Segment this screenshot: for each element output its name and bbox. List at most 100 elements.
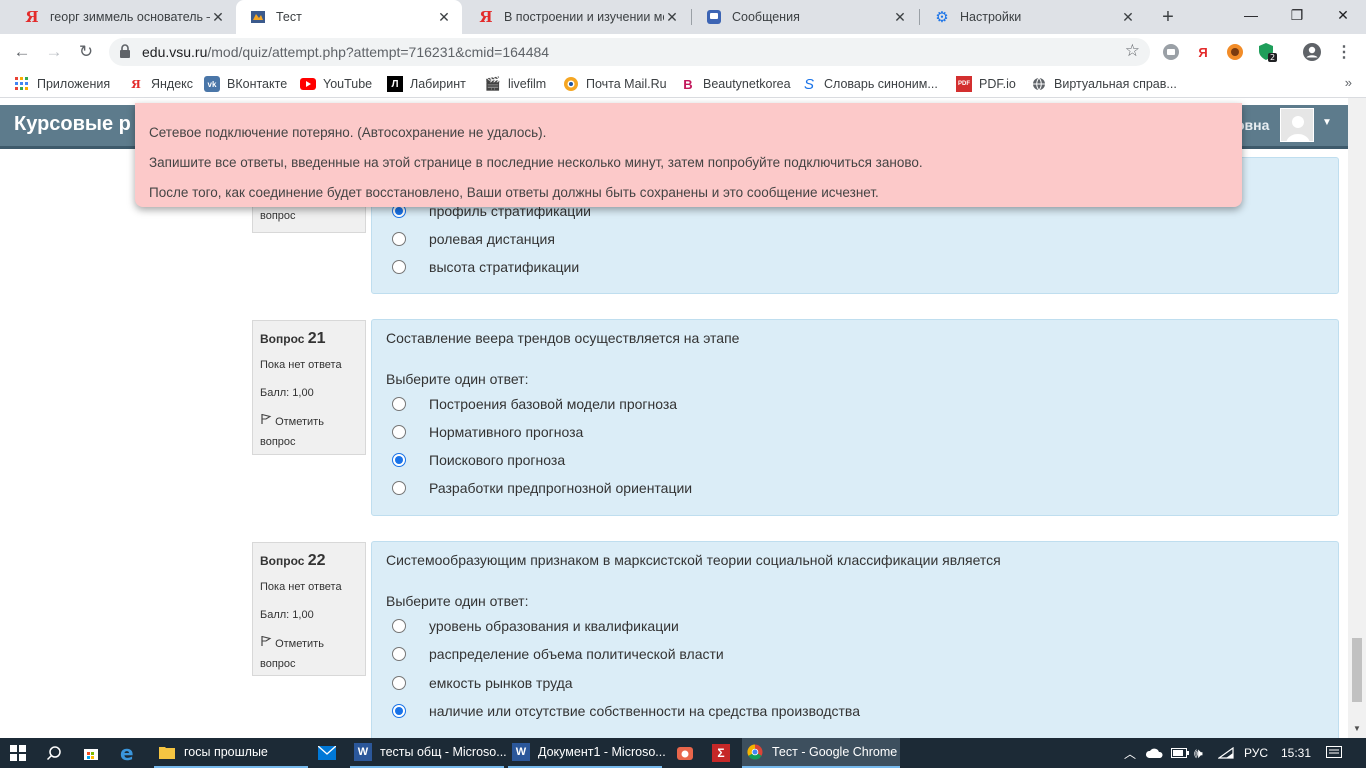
windows-start-icon[interactable] (10, 738, 26, 768)
bookmark-pdf-io[interactable]: PDF PDF.io (956, 75, 1016, 93)
user-avatar[interactable] (1280, 108, 1314, 142)
address-bar[interactable]: edu.vsu.ru/mod/quiz/attempt.php?attempt=… (109, 38, 1150, 66)
bookmark-labirint[interactable]: Л Лабиринт (387, 75, 466, 93)
restore-window-icon[interactable]: ❐ (1274, 0, 1320, 30)
close-icon[interactable]: ✕ (436, 9, 452, 26)
pdf-icon: PDF (956, 76, 972, 92)
tab-yandex-search-2[interactable]: Я В построении и изучении мо ✕ (464, 0, 690, 34)
new-tab-plus-icon[interactable]: + (1156, 5, 1180, 29)
alert-line-1: Сетевое подключение потеряно. (Автосохра… (149, 125, 547, 140)
sigma-app-icon[interactable]: Σ (712, 738, 730, 768)
bookmark-beautynetkorea[interactable]: B Beautynetkorea (680, 75, 790, 93)
radio-button[interactable] (392, 425, 406, 439)
tray-chevron-up-icon[interactable]: ︿ (1124, 738, 1136, 768)
site-name[interactable]: Курсовые р (14, 113, 131, 136)
radio-button[interactable] (392, 647, 406, 661)
bookmark-star-icon[interactable]: ☆ (1125, 41, 1140, 61)
radio-button[interactable] (392, 481, 406, 495)
user-menu-caret-icon[interactable]: ▼ (1322, 117, 1332, 128)
translate-extension-icon[interactable] (1161, 42, 1181, 62)
yandex-icon: Я (131, 77, 141, 91)
flag-icon (260, 414, 275, 428)
word-icon: W (512, 743, 530, 761)
bookmark-virtual-help[interactable]: Виртуальная справ... (1031, 75, 1177, 93)
menu-dots-icon[interactable]: ⋮ (1334, 42, 1354, 62)
language-indicator[interactable]: РУС (1244, 738, 1268, 768)
connection-lost-alert: Сетевое подключение потеряно. (Автосохра… (135, 103, 1242, 207)
minimize-icon[interactable]: — (1228, 0, 1274, 30)
bookmark-mail-ru[interactable]: Почта Mail.Ru (563, 75, 667, 93)
question-number: Вопрос 21 (260, 330, 326, 347)
yandex-icon: Я (479, 8, 493, 26)
radio-button[interactable] (392, 397, 406, 411)
battery-icon[interactable] (1171, 738, 1189, 768)
close-icon[interactable]: ✕ (210, 9, 226, 26)
edge-icon[interactable]: e (120, 738, 134, 768)
browser-tab-strip: Я георг зиммель основатель — ✕ Тест ✕ Я … (0, 0, 1366, 34)
answer-option[interactable]: Поискового прогноза (392, 450, 565, 470)
tab-quiz[interactable]: Тест ✕ (236, 0, 462, 34)
reload-icon[interactable]: ↻ (72, 38, 100, 66)
search-icon[interactable] (46, 738, 62, 768)
mail-icon[interactable] (318, 738, 336, 768)
flag-question-link[interactable]: Отметить вопрос (260, 412, 358, 452)
close-icon[interactable]: ✕ (892, 9, 908, 26)
page-scrollbar[interactable]: ▼ (1348, 98, 1366, 738)
lingualeo-extension-icon[interactable] (1225, 42, 1245, 62)
taskbar-app-chrome[interactable]: Тест - Google Chrome (742, 738, 900, 768)
taskbar-app-word-1[interactable]: W тесты общ - Microso... (350, 738, 507, 768)
profile-avatar-icon[interactable] (1302, 42, 1322, 62)
flag-question-link[interactable]: Отметить вопрос (260, 634, 358, 674)
vk-icon: vk (204, 76, 220, 92)
bookmark-vk[interactable]: vk ВКонтакте (204, 75, 287, 93)
close-icon[interactable]: ✕ (1120, 9, 1136, 26)
notifications-icon[interactable] (1326, 738, 1342, 768)
alert-line-3: После того, как соединение будет восстан… (149, 185, 879, 200)
answer-option[interactable]: распределение объема политической власти (392, 644, 724, 664)
store-icon[interactable] (82, 738, 100, 768)
radio-button[interactable] (392, 453, 406, 467)
clock[interactable]: 15:31 (1281, 738, 1311, 768)
scroll-down-arrow-icon[interactable]: ▼ (1353, 724, 1361, 733)
radio-button[interactable] (392, 676, 406, 690)
moodle-icon (250, 9, 266, 25)
forward-arrow-icon[interactable]: → (40, 38, 68, 66)
question-21-info: Вопрос 21 Пока нет ответа Балл: 1,00 Отм… (252, 320, 366, 455)
question-22-content: Системообразующим признаком в марксистск… (371, 541, 1339, 738)
answer-option[interactable]: емкость рынков труда (392, 673, 573, 693)
yandex-extension-icon[interactable]: Я (1193, 42, 1213, 62)
radio-button[interactable] (392, 260, 406, 274)
answer-prompt: Выберите один ответ: (386, 593, 529, 609)
radio-button[interactable] (392, 704, 406, 718)
radio-button[interactable] (392, 619, 406, 633)
taskbar-app-folder[interactable]: госы прошлые (154, 738, 308, 768)
shield-extension-icon[interactable]: 2 (1257, 42, 1277, 62)
bookmark-youtube[interactable]: YouTube (300, 75, 372, 93)
radio-button[interactable] (392, 232, 406, 246)
alert-line-2: Запишите все ответы, введенные на этой с… (149, 155, 923, 170)
wifi-icon[interactable] (1218, 738, 1234, 768)
scrollbar-thumb[interactable] (1352, 638, 1362, 702)
answer-option[interactable]: Построения базовой модели прогноза (392, 394, 677, 414)
answer-option[interactable]: Разработки предпрогнозной ориентации (392, 478, 692, 498)
answer-option[interactable]: Нормативного прогноза (392, 422, 583, 442)
answer-option[interactable]: высота стратификации (392, 257, 579, 277)
bookmark-livefilm[interactable]: 🎬 livefilm (485, 75, 546, 93)
onedrive-cloud-icon[interactable] (1145, 738, 1163, 768)
close-window-icon[interactable]: ✕ (1320, 0, 1366, 30)
back-arrow-icon[interactable]: ← (8, 38, 36, 66)
volume-icon[interactable]: 🕪 (1194, 738, 1203, 768)
tab-messages[interactable]: Сообщения ✕ (692, 0, 918, 34)
close-icon[interactable]: ✕ (664, 9, 680, 26)
answer-option[interactable]: уровень образования и квалификации (392, 616, 679, 636)
tab-yandex-search[interactable]: Я георг зиммель основатель — ✕ (10, 0, 236, 34)
bookmarks-more-icon[interactable]: » (1345, 75, 1352, 90)
bookmark-dictionary[interactable]: S Словарь синоним... (801, 75, 938, 93)
answer-option[interactable]: ролевая дистанция (392, 229, 555, 249)
bookmark-apps[interactable]: Приложения (14, 75, 110, 93)
tab-settings[interactable]: ⚙ Настройки ✕ (920, 0, 1146, 34)
bookmark-yandex[interactable]: Я Яндекс (128, 75, 193, 93)
camera-app-icon[interactable] (676, 738, 694, 768)
taskbar-app-word-2[interactable]: W Документ1 - Microso... (508, 738, 666, 768)
answer-option[interactable]: наличие или отсутствие собственности на … (392, 701, 860, 721)
